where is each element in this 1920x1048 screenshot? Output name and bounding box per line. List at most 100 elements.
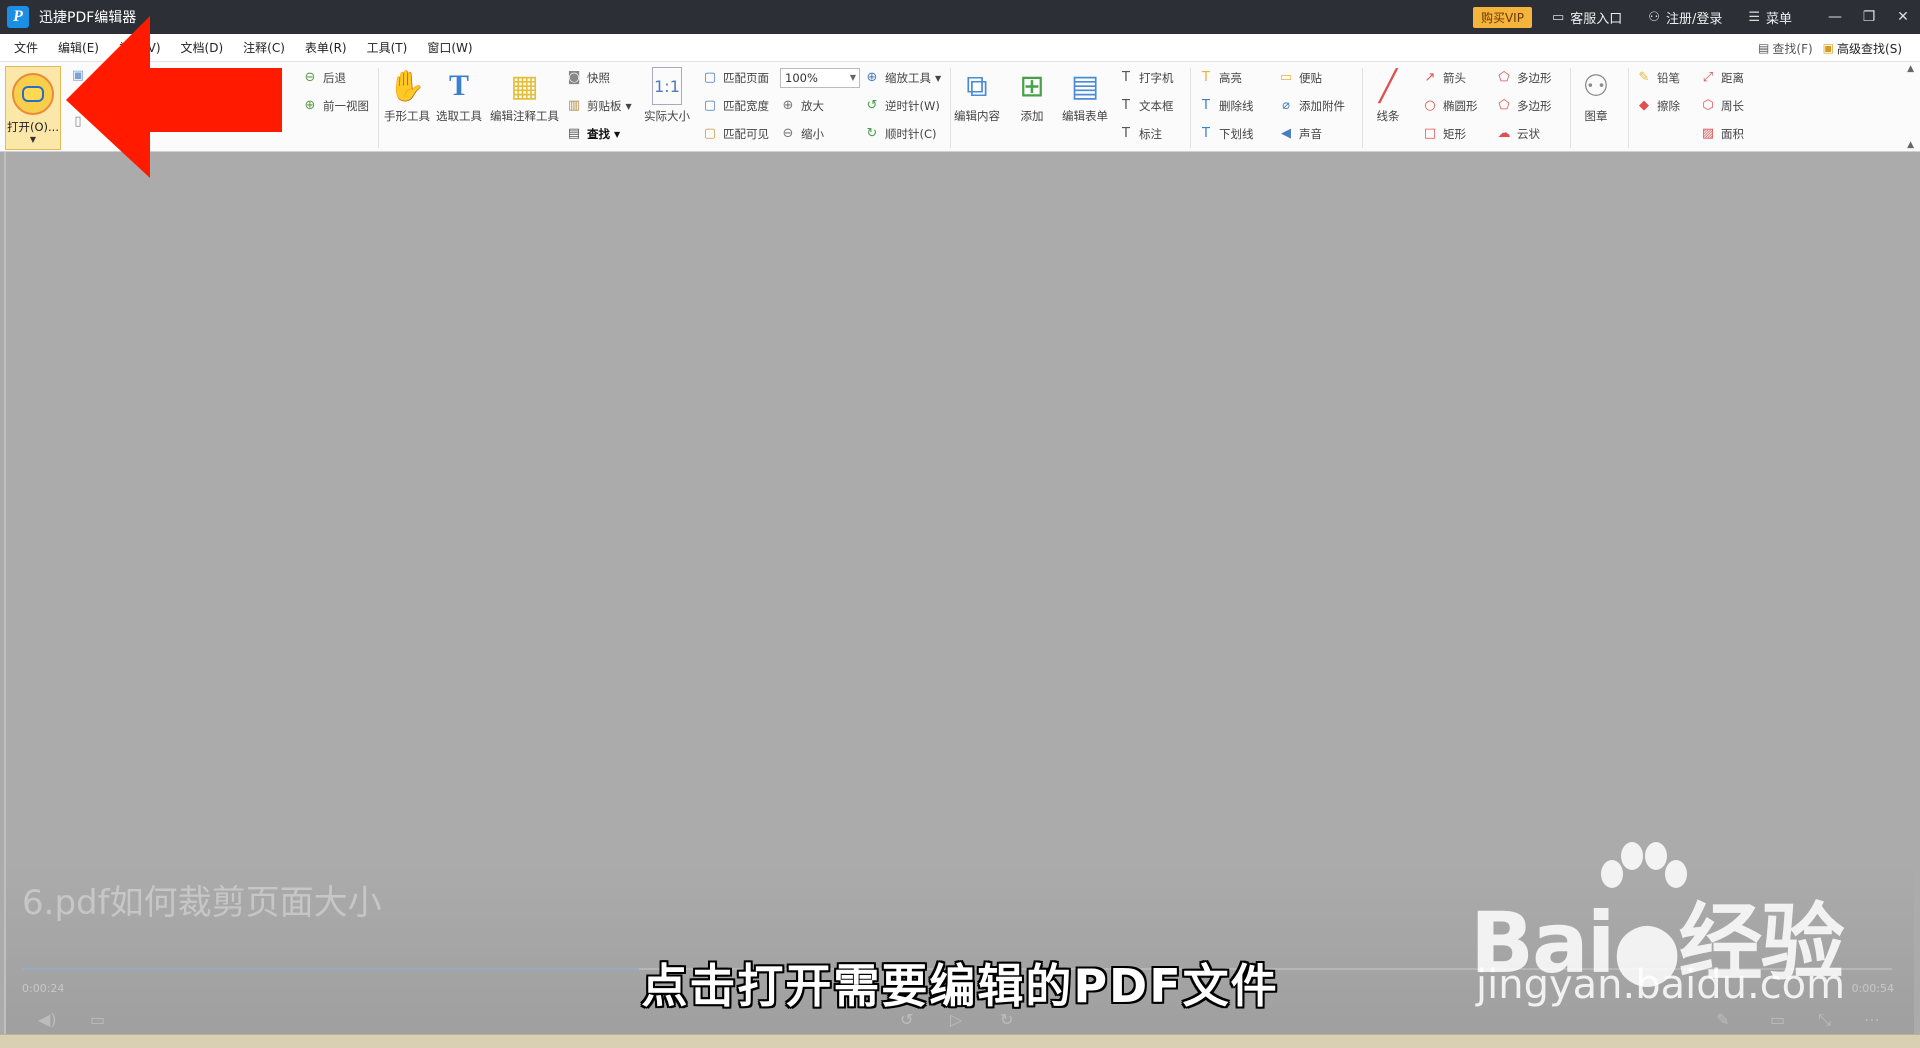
- menu-form[interactable]: 表单(R): [305, 39, 347, 56]
- add-button[interactable]: ⊞ 添加: [1012, 64, 1052, 124]
- highlight-button[interactable]: T 高亮: [1198, 70, 1242, 86]
- ellipse-label: 椭圆形: [1443, 99, 1478, 113]
- chat-icon: ▭: [1551, 9, 1565, 25]
- buy-vip-button[interactable]: 购买VIP: [1472, 6, 1532, 28]
- fit-visible-label: 匹配可见: [723, 127, 769, 141]
- clipboard-icon: ▥: [567, 98, 581, 113]
- customer-service-link[interactable]: ▭ 客服入口: [1552, 8, 1622, 27]
- eraser-label: 擦除: [1657, 99, 1680, 113]
- zoom-out-label: 缩小: [801, 127, 824, 141]
- underline-button[interactable]: T 下划线: [1198, 126, 1254, 142]
- login-link[interactable]: ⚇ 注册/登录: [1648, 8, 1722, 27]
- rotate-cw-label: 顺时针(C): [885, 127, 937, 141]
- attach-button[interactable]: ⌀ 添加附件: [1278, 98, 1345, 114]
- strikeout-button[interactable]: T 删除线: [1198, 98, 1253, 114]
- distance-icon: ⤢: [1702, 70, 1714, 85]
- arrow-button[interactable]: ↗ 箭头: [1422, 70, 1466, 86]
- menu-window[interactable]: 窗口(W): [427, 39, 472, 56]
- highlight-icon: T: [1202, 70, 1210, 85]
- ribbon-toolbar: 打开(O)... ▼ ▣ ▤ ▯ ⊖后退 ⊕前一视图 ✋ 手形工具 T 选取工具…: [0, 62, 1920, 152]
- snapshot-button[interactable]: ◙ 快照: [566, 70, 610, 86]
- fit-page-icon: ▢: [703, 70, 717, 85]
- perimeter-button[interactable]: ⬡ 周长: [1700, 98, 1744, 114]
- prev-view-button[interactable]: ⊕ 前一视图: [302, 98, 369, 114]
- zoom-out-button[interactable]: ⊖ 缩小: [780, 126, 824, 142]
- strikeout-icon: T: [1202, 98, 1210, 113]
- area-label: 面积: [1721, 127, 1744, 141]
- fit-width-button[interactable]: ▢ 匹配宽度: [702, 98, 769, 114]
- select-tool-button[interactable]: T 选取工具: [436, 64, 482, 124]
- typewriter-button[interactable]: T 打字机: [1118, 70, 1173, 86]
- ellipse-icon: ○: [1424, 98, 1436, 113]
- rotate-ccw-icon: ↺: [866, 98, 878, 113]
- edit-content-icon: ⧉: [966, 68, 988, 104]
- video-title: 6.pdf如何裁剪页面大小: [22, 883, 382, 923]
- distance-label: 距离: [1721, 71, 1744, 85]
- stamp-button[interactable]: ⚇ 图章: [1576, 64, 1616, 124]
- underline-label: 下划线: [1219, 127, 1254, 141]
- fit-width-icon: ▢: [703, 98, 717, 113]
- main-menu-button[interactable]: ☰ 菜单: [1748, 8, 1792, 27]
- distance-button[interactable]: ⤢ 距离: [1700, 70, 1744, 86]
- open-button[interactable]: 打开(O)... ▼: [5, 66, 61, 150]
- ellipse-button[interactable]: ○ 椭圆形: [1422, 98, 1478, 114]
- rotate-ccw-button[interactable]: ↺ 逆时针(W): [864, 98, 940, 114]
- ribbon-scroll-up-icon[interactable]: ▲: [1907, 64, 1914, 74]
- zoom-select[interactable]: 100% ▼: [780, 68, 860, 88]
- hand-tool-button[interactable]: ✋ 手形工具: [384, 64, 430, 124]
- sound-button[interactable]: ◀ 声音: [1278, 126, 1322, 142]
- ribbon-collapse-icon[interactable]: ▲: [1907, 140, 1914, 150]
- find-button[interactable]: ▤ 查找(F): [1758, 40, 1813, 57]
- edit-annotation-tool-button[interactable]: ▦ 编辑注释工具: [490, 64, 559, 124]
- actual-size-label: 实际大小: [644, 109, 690, 123]
- magnifier-icon: ⊕: [866, 70, 878, 85]
- close-button[interactable]: ✕: [1886, 9, 1920, 25]
- highlight-label: 高亮: [1219, 71, 1242, 85]
- polygon-button-1[interactable]: ⬠ 多边形: [1496, 70, 1551, 86]
- customer-service-label: 客服入口: [1570, 11, 1623, 27]
- textbox-button[interactable]: T 文本框: [1118, 98, 1173, 114]
- red-arrow-icon: [66, 16, 282, 178]
- search-button[interactable]: ▤ 查找 ▼: [566, 126, 620, 142]
- edit-content-button[interactable]: ⧉ 编辑内容: [954, 64, 1000, 124]
- zoom-in-button[interactable]: ⊕ 放大: [780, 98, 824, 114]
- note-button[interactable]: ▭ 便贴: [1278, 70, 1322, 86]
- search-icon: ▤: [567, 126, 581, 141]
- eraser-button[interactable]: ◆ 擦除: [1636, 98, 1680, 114]
- area-icon: ▨: [1701, 126, 1715, 141]
- separator: [1362, 68, 1363, 148]
- menu-tools[interactable]: 工具(T): [367, 39, 408, 56]
- callout-button[interactable]: T 标注: [1118, 126, 1162, 142]
- restore-button[interactable]: ❐: [1852, 9, 1886, 25]
- edit-form-button[interactable]: ▤ 编辑表单: [1062, 64, 1108, 124]
- clipboard-button[interactable]: ▥ 剪贴板 ▼: [566, 98, 632, 114]
- rotate-cw-button[interactable]: ↻ 顺时针(C): [864, 126, 937, 142]
- edit-form-icon: ▤: [1070, 68, 1100, 104]
- fit-page-button[interactable]: ▢ 匹配页面: [702, 70, 769, 86]
- cloud-icon: ☁: [1497, 126, 1511, 141]
- advanced-find-button[interactable]: ▣ 高级查找(S): [1823, 40, 1902, 57]
- cloud-button[interactable]: ☁ 云状: [1496, 126, 1541, 142]
- video-subtitle: 点击打开需要编辑的PDF文件: [641, 959, 1279, 1013]
- polygon-button-2[interactable]: ⬠ 多边形: [1496, 98, 1551, 114]
- menu-file[interactable]: 文件: [14, 39, 38, 56]
- fit-visible-button[interactable]: ▢ 匹配可见: [702, 126, 769, 142]
- zoom-in-icon: ⊕: [782, 98, 794, 113]
- line-button[interactable]: ╱ 线条: [1368, 64, 1408, 124]
- arrow-icon: ↗: [1424, 70, 1436, 85]
- rotate-ccw-label: 逆时针(W): [885, 99, 940, 113]
- rect-button[interactable]: □ 矩形: [1422, 126, 1466, 142]
- area-button[interactable]: ▨ 面积: [1700, 126, 1744, 142]
- edit-form-label: 编辑表单: [1062, 109, 1108, 123]
- separator: [950, 68, 951, 148]
- menu-bar-right: ▤ 查找(F) ▣ 高级查找(S): [1748, 34, 1902, 62]
- binoculars-icon: ▣: [1822, 41, 1835, 55]
- back-button[interactable]: ⊖ 后退: [302, 70, 346, 86]
- underline-icon: T: [1202, 126, 1210, 141]
- fit-page-label: 匹配页面: [723, 71, 769, 85]
- cloud-label: 云状: [1517, 127, 1540, 141]
- minimize-button[interactable]: —: [1818, 9, 1852, 25]
- actual-size-button[interactable]: 1:1 实际大小: [644, 64, 690, 124]
- zoom-tool-button[interactable]: ⊕ 缩放工具 ▼: [864, 70, 942, 86]
- pencil-button[interactable]: ✎ 铅笔: [1636, 70, 1680, 86]
